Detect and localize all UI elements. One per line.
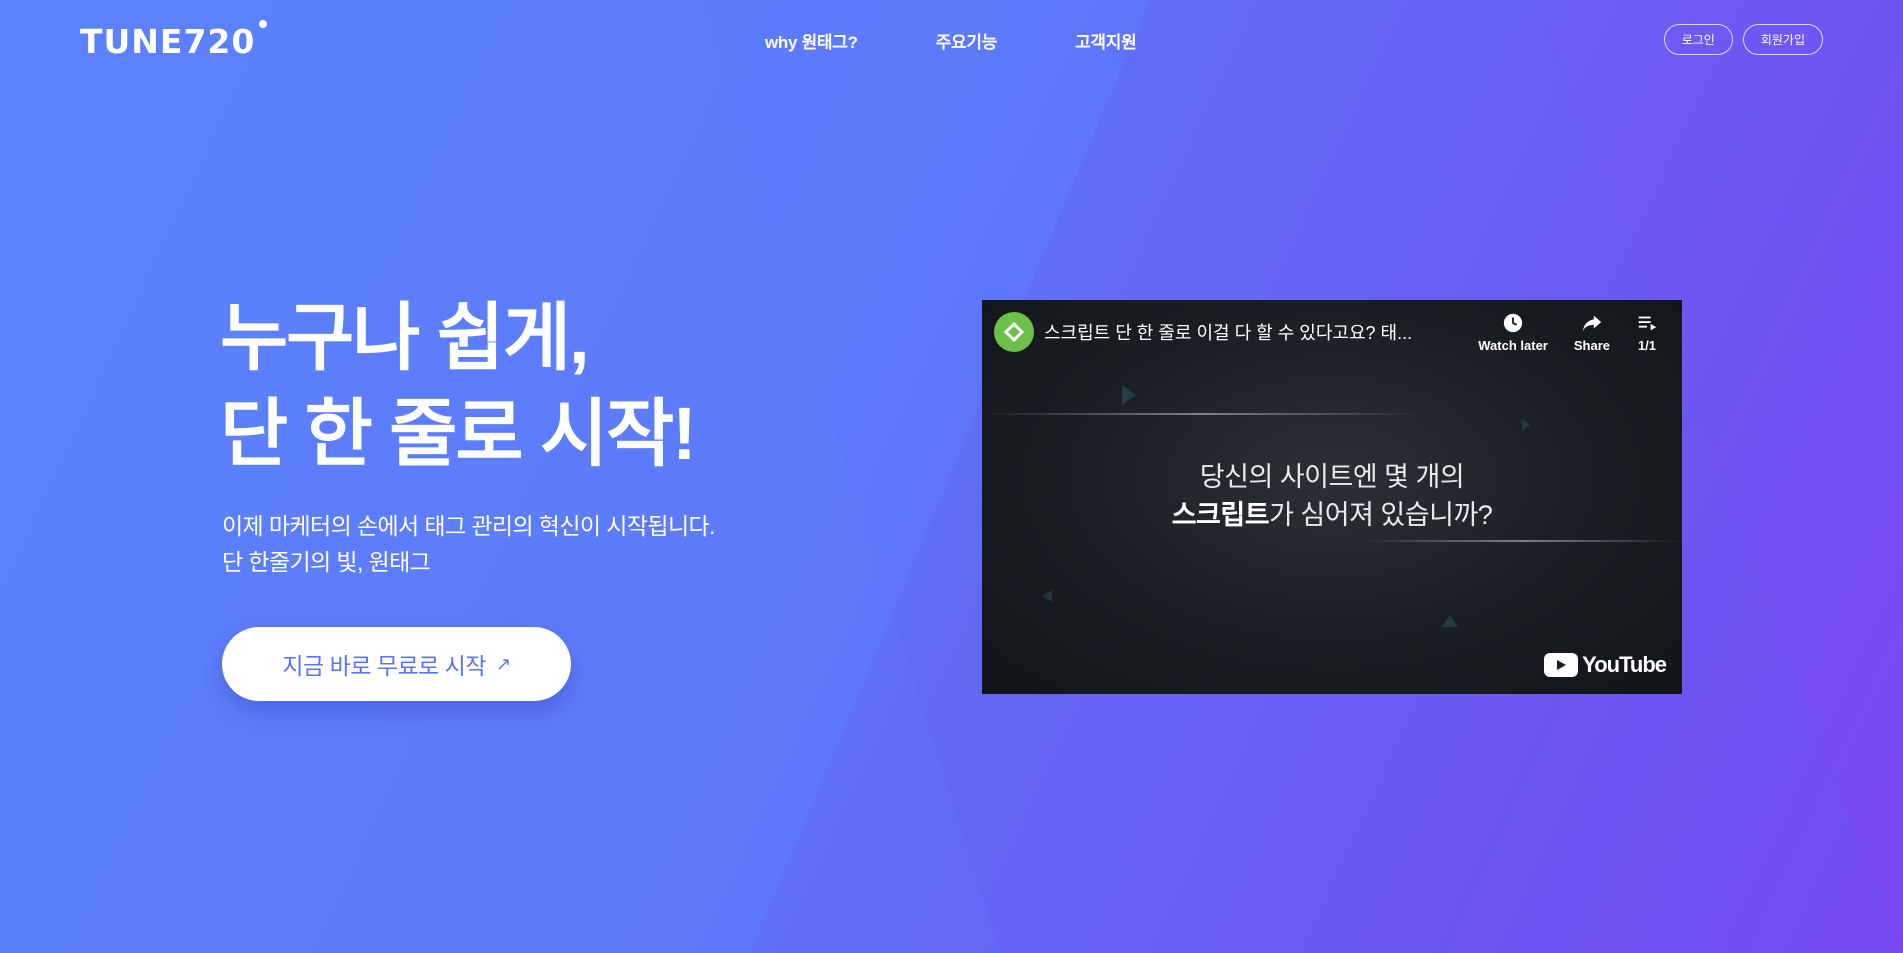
login-button[interactable]: 로그인 bbox=[1663, 24, 1733, 55]
logo-dot bbox=[259, 20, 268, 28]
share-icon bbox=[1582, 315, 1602, 332]
tune720-logo[interactable]: TUNE720 bbox=[80, 20, 268, 61]
auth-buttons: 로그인 회원가입 bbox=[1663, 24, 1823, 55]
clock-icon bbox=[1503, 313, 1523, 333]
playlist-button[interactable]: 1/1 bbox=[1636, 312, 1658, 353]
logo-text: TUNE720 bbox=[80, 22, 256, 61]
decor-shard bbox=[1042, 590, 1052, 602]
arrow-up-right-icon: ↗ bbox=[496, 653, 511, 674]
cta-label: 지금 바로 무료로 시작 bbox=[282, 653, 487, 679]
nav-why-wontag[interactable]: why 원태그? bbox=[765, 28, 858, 53]
caption-rest: 가 심어져 있습니까? bbox=[1269, 500, 1493, 530]
hero-title: 누구나 쉽게, 단 한 줄로 시작! bbox=[220, 290, 697, 482]
light-streak bbox=[1362, 540, 1682, 542]
hero-subtitle-line-1: 이제 마케터의 손에서 태그 관리의 혁신이 시작됩니다. bbox=[222, 513, 715, 539]
playlist-icon bbox=[1638, 316, 1657, 331]
watch-later-label: Watch later bbox=[1478, 338, 1548, 353]
video-actions: Watch later Share 1/1 bbox=[1478, 312, 1658, 353]
caption-line-1: 당신의 사이트엔 몇 개의 bbox=[1199, 462, 1465, 492]
hero-title-line-2: 단 한 줄로 시작! bbox=[220, 392, 697, 475]
caption-line-2: 스크립트가 심어져 있습니까? bbox=[982, 496, 1682, 534]
channel-avatar[interactable] bbox=[994, 312, 1034, 352]
start-free-button[interactable]: 지금 바로 무료로 시작 ↗ bbox=[222, 627, 571, 701]
hero-subtitle-line-2: 단 한줄기의 빛, 원태그 bbox=[222, 549, 431, 575]
youtube-label: YouTube bbox=[1582, 652, 1667, 677]
hero-subtitle: 이제 마케터의 손에서 태그 관리의 혁신이 시작됩니다. 단 한줄기의 빛, … bbox=[222, 508, 715, 580]
share-button[interactable]: Share bbox=[1574, 312, 1610, 353]
hero-title-line-1: 누구나 쉽게, bbox=[220, 296, 590, 379]
main-nav: why 원태그? 주요기능 고객지원 bbox=[765, 28, 1137, 53]
youtube-embed[interactable]: 스크립트 단 한 줄로 이걸 다 할 수 있다고요? 태... Watch la… bbox=[982, 300, 1682, 694]
playlist-count: 1/1 bbox=[1637, 338, 1657, 353]
decor-shard bbox=[1122, 385, 1136, 405]
nav-features[interactable]: 주요기능 bbox=[936, 28, 998, 53]
youtube-logo[interactable]: YouTube bbox=[1544, 652, 1667, 678]
caption-strong: 스크립트 bbox=[1171, 500, 1270, 530]
video-title[interactable]: 스크립트 단 한 줄로 이걸 다 할 수 있다고요? 태... bbox=[1044, 319, 1444, 345]
landing-page: TUNE720 why 원태그? 주요기능 고객지원 로그인 회원가입 누구나 … bbox=[0, 0, 1903, 953]
decor-shard bbox=[1442, 615, 1458, 627]
share-label: Share bbox=[1573, 338, 1610, 353]
light-streak bbox=[982, 413, 1422, 415]
youtube-play-icon bbox=[1544, 653, 1579, 677]
video-caption: 당신의 사이트엔 몇 개의 스크립트가 심어져 있습니까? bbox=[982, 458, 1682, 534]
site-header: TUNE720 why 원태그? 주요기능 고객지원 로그인 회원가입 bbox=[0, 0, 1903, 80]
signup-button[interactable]: 회원가입 bbox=[1742, 24, 1823, 55]
decor-shard bbox=[1522, 420, 1530, 430]
channel-logo-icon bbox=[1003, 321, 1025, 343]
watch-later-button[interactable]: Watch later bbox=[1478, 312, 1548, 353]
nav-support[interactable]: 고객지원 bbox=[1075, 28, 1137, 53]
